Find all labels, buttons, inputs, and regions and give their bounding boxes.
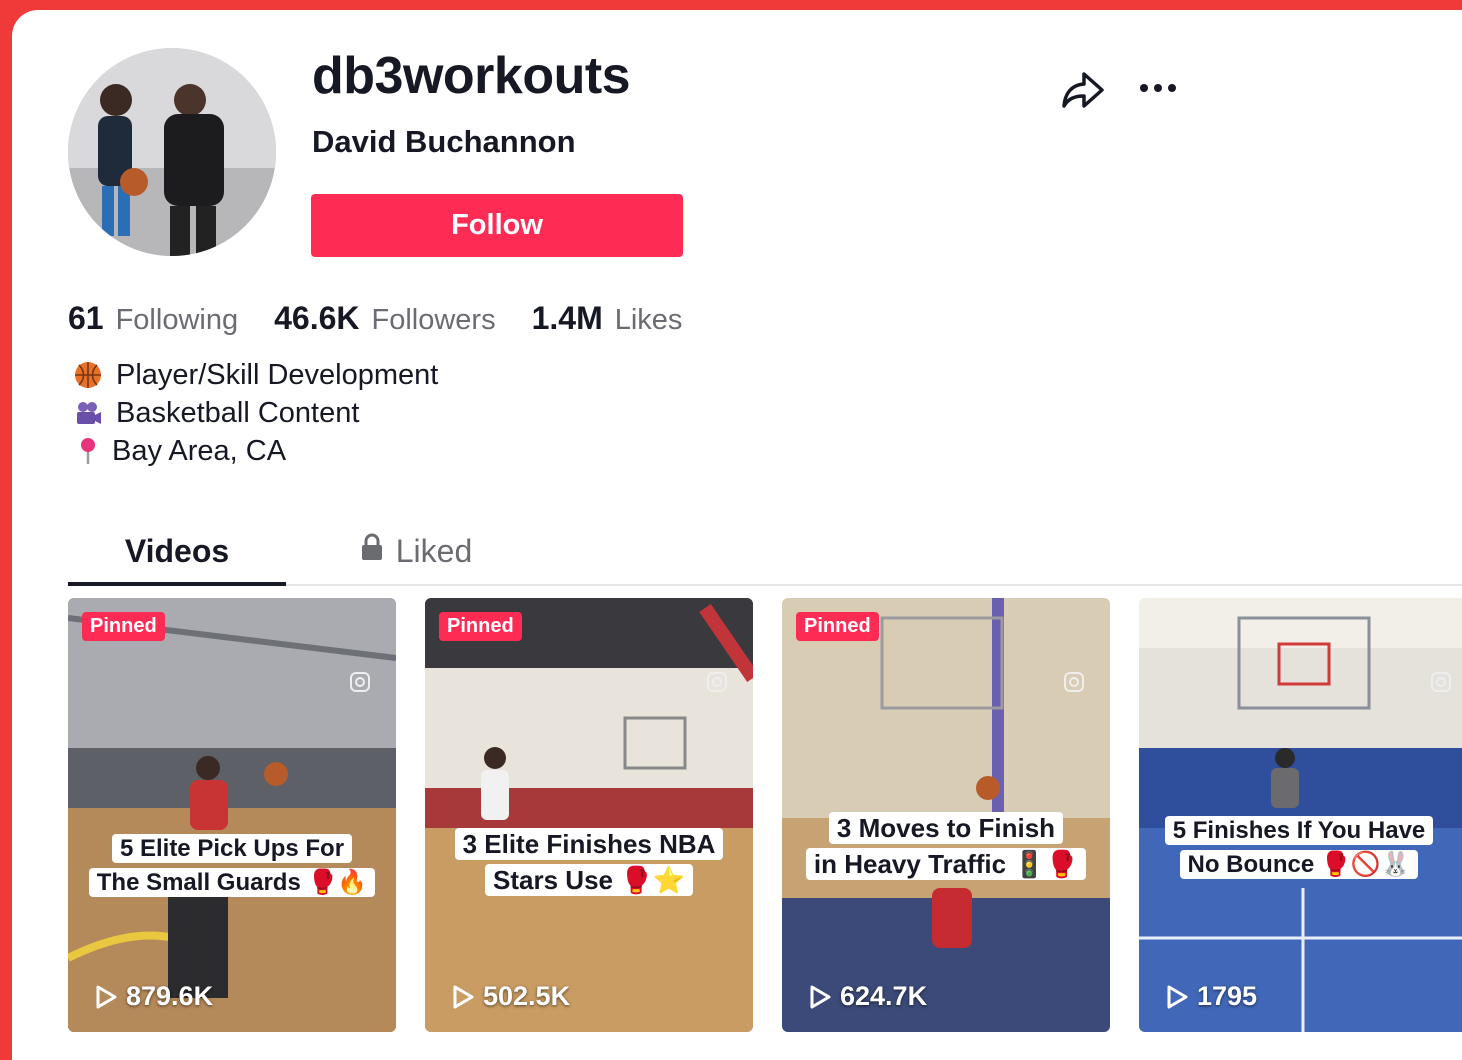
basketball-icon: [72, 359, 104, 391]
lock-icon: [358, 532, 386, 570]
likes-stat: 1.4M Likes: [532, 300, 683, 337]
video-thumbnail: [425, 598, 753, 1032]
video-caption: 5 Elite Pick Ups For The Small Guards 🥊🔥: [68, 832, 396, 899]
video-caption: 3 Moves to Finish in Heavy Traffic 🚦🥊: [782, 810, 1110, 883]
username: db3workouts: [312, 47, 631, 105]
camera-icon: [348, 670, 372, 699]
camera-icon: [1429, 670, 1453, 699]
follow-button[interactable]: Follow: [311, 194, 683, 257]
followers-stat[interactable]: 46.6K Followers: [274, 300, 495, 337]
play-icon: [96, 985, 117, 1008]
likes-label: Likes: [614, 304, 683, 336]
view-count-value: 879.6K: [126, 981, 214, 1011]
bio-text: Bay Area, CA: [112, 434, 287, 467]
pinned-badge: Pinned: [82, 612, 165, 641]
following-label: Following: [115, 304, 239, 336]
pinned-badge: Pinned: [796, 612, 879, 641]
profile-page: db3workouts David Buchannon Follow 61 Fo…: [12, 10, 1462, 1060]
camera-icon: [705, 670, 729, 699]
play-icon: [453, 985, 474, 1008]
avatar[interactable]: [68, 48, 276, 256]
following-stat[interactable]: 61 Following: [68, 300, 238, 337]
play-icon: [810, 985, 831, 1008]
video-card[interactable]: Pinned 3 Moves to Finish in Heavy Traffi…: [782, 598, 1110, 1032]
caption-line: 3 Elite Finishes NBA: [454, 828, 724, 860]
caption-line: Stars Use 🥊⭐: [485, 864, 693, 897]
caption-line: in Heavy Traffic 🚦🥊: [805, 848, 1087, 881]
share-button[interactable]: [1056, 64, 1108, 116]
followers-label: Followers: [371, 304, 496, 336]
bio-line: Player/Skill Development: [72, 356, 438, 394]
caption-line: The Small Guards 🥊🔥: [88, 867, 376, 897]
video-caption: 5 Finishes If You Have No Bounce 🥊🚫🐰: [1139, 814, 1459, 881]
bio-line: Basketball Content: [72, 394, 438, 432]
caption-line: 3 Moves to Finish: [828, 812, 1064, 844]
bio-line: Bay Area, CA: [72, 432, 438, 470]
bio-text: Player/Skill Development: [116, 358, 439, 391]
caption-line: 5 Finishes If You Have: [1164, 816, 1434, 845]
view-count-value: 624.7K: [840, 981, 928, 1011]
bio: Player/Skill Development Basketball Cont…: [72, 356, 438, 470]
likes-count: 1.4M: [531, 300, 603, 336]
video-card[interactable]: Pinned 3 Elite Finishes NBA Stars Use 🥊⭐…: [425, 598, 753, 1032]
video-thumbnail: [68, 598, 396, 1032]
video-card[interactable]: Pinned 5 Elite Pick Ups For The Small Gu…: [68, 598, 396, 1032]
view-count: 502.5K: [451, 981, 570, 1012]
share-icon: [1062, 72, 1104, 108]
camera-icon: [72, 397, 104, 429]
following-count: 61: [68, 300, 104, 336]
pinned-badge: Pinned: [439, 612, 522, 641]
followers-count: 46.6K: [274, 300, 360, 336]
view-count: 624.7K: [808, 981, 927, 1012]
bio-text: Basketball Content: [116, 396, 360, 429]
video-caption: 3 Elite Finishes NBA Stars Use 🥊⭐: [425, 826, 753, 899]
caption-line: No Bounce 🥊🚫🐰: [1179, 849, 1419, 879]
tab-label: Videos: [124, 532, 230, 569]
more-dots-icon: [1140, 84, 1176, 92]
more-options-button[interactable]: [1132, 70, 1184, 110]
video-card[interactable]: 5 Finishes If You Have No Bounce 🥊🚫🐰 179…: [1139, 598, 1462, 1032]
tab-label: Liked: [395, 532, 473, 569]
nickname: David Buchannon: [312, 124, 576, 159]
view-count: 1795: [1165, 981, 1257, 1012]
caption-line: 5 Elite Pick Ups For: [111, 834, 353, 863]
pin-icon: [72, 435, 104, 467]
profile-stats: 61 Following 46.6K Followers 1.4M Likes: [68, 300, 682, 337]
tab-videos[interactable]: Videos: [68, 518, 286, 586]
view-count-value: 1795: [1197, 981, 1258, 1011]
profile-tabs: Videos Liked: [68, 518, 1462, 586]
tab-liked[interactable]: Liked: [340, 518, 490, 584]
camera-icon: [1062, 670, 1086, 699]
avatar-image: [68, 48, 276, 256]
play-icon: [1167, 985, 1188, 1008]
view-count-value: 502.5K: [483, 981, 571, 1011]
view-count: 879.6K: [94, 981, 213, 1012]
